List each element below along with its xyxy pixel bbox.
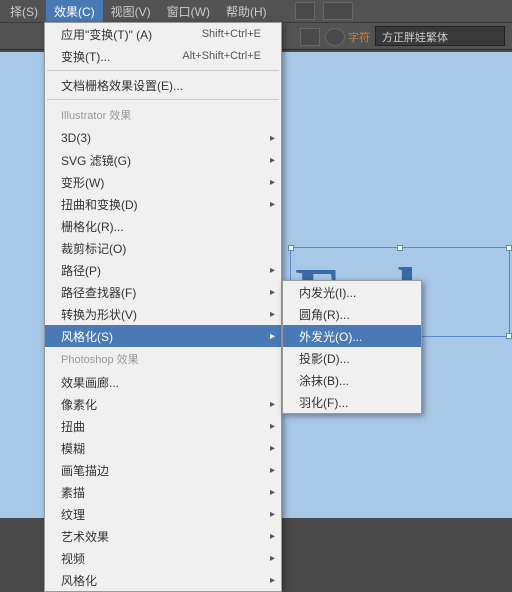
stylize-item-1[interactable]: 圆角(R)... [283,303,421,325]
section-illustrator: Illustrator 效果 [45,103,281,127]
photoshop-item-6[interactable]: 纹理 [45,503,281,525]
illustrator-item-2[interactable]: 变形(W) [45,171,281,193]
handle-ne[interactable] [506,245,512,251]
color-swatch-icon[interactable] [300,28,320,46]
menu-transform[interactable]: 变换(T)... Alt+Shift+Ctrl+E [45,45,281,67]
menu-effect[interactable]: 效果(C) [46,0,103,23]
menu-item-label: 3D(3) [61,131,261,145]
photoshop-item-4[interactable]: 画笔描边 [45,459,281,481]
toolbar-widget-2[interactable] [323,2,353,20]
menu-item-label: 模糊 [61,440,261,457]
menu-item-label: 外发光(O)... [299,328,401,345]
menu-item-label: SVG 滤镜(G) [61,152,261,169]
illustrator-item-1[interactable]: SVG 滤镜(G) [45,149,281,171]
toolbar-widget-1[interactable] [295,2,315,20]
menu-item-label: 涂抹(B)... [299,372,401,389]
photoshop-item-3[interactable]: 模糊 [45,437,281,459]
photoshop-item-8[interactable]: 视频 [45,547,281,569]
menu-item-label: 画笔描边 [61,462,261,479]
menu-item-label: 扭曲和变换(D) [61,196,261,213]
stylize-submenu: 内发光(I)... 圆角(R)... 外发光(O)... 投影(D)... 涂抹(B).… [282,280,422,414]
separator [47,70,279,71]
effect-menu: 应用"变换(T)" (A) Shift+Ctrl+E 变换(T)... Alt+… [44,22,282,592]
menu-item-label: 像素化 [61,396,261,413]
photoshop-item-1[interactable]: 像素化 [45,393,281,415]
handle-se[interactable] [506,333,512,339]
menu-item-label: 栅格化(R)... [61,218,261,235]
photoshop-item-2[interactable]: 扭曲 [45,415,281,437]
photoshop-item-5[interactable]: 素描 [45,481,281,503]
menu-apply-transform[interactable]: 应用"变换(T)" (A) Shift+Ctrl+E [45,23,281,45]
stylize-item-3[interactable]: 投影(D)... [283,347,421,369]
illustrator-item-6[interactable]: 路径(P) [45,259,281,281]
stylize-item-5[interactable]: 羽化(F)... [283,391,421,413]
handle-n[interactable] [397,245,403,251]
menu-item-label: 纹理 [61,506,261,523]
menu-item-label: 投影(D)... [299,350,401,367]
circle-icon[interactable] [325,28,345,46]
menu-item-label: 效果画廊... [61,374,261,391]
menubar: 择(S) 效果(C) 视图(V) 窗口(W) 帮助(H) [0,0,512,22]
illustrator-item-0[interactable]: 3D(3) [45,127,281,149]
menu-item-label: 扭曲 [61,418,261,435]
illustrator-item-7[interactable]: 路径查找器(F) [45,281,281,303]
separator [47,99,279,100]
character-label: 字符 [348,29,370,45]
stylize-item-2[interactable]: 外发光(O)... [283,325,421,347]
illustrator-item-4[interactable]: 栅格化(R)... [45,215,281,237]
menu-item-label: 转换为形状(V) [61,306,261,323]
stylize-item-0[interactable]: 内发光(I)... [283,281,421,303]
photoshop-item-9[interactable]: 风格化 [45,569,281,591]
photoshop-item-7[interactable]: 艺术效果 [45,525,281,547]
menu-item-label: 路径(P) [61,262,261,279]
menu-doc-raster[interactable]: 文档栅格效果设置(E)... [45,74,281,96]
illustrator-item-5[interactable]: 裁剪标记(O) [45,237,281,259]
photoshop-item-0[interactable]: 效果画廊... [45,371,281,393]
menu-select[interactable]: 择(S) [2,0,46,23]
menu-item-label: 圆角(R)... [299,306,401,323]
menu-window[interactable]: 窗口(W) [159,0,218,23]
menu-item-label: 羽化(F)... [299,394,401,411]
menu-item-label: 视频 [61,550,261,567]
menu-item-label: 路径查找器(F) [61,284,261,301]
menu-item-label: 风格化(S) [61,328,261,345]
illustrator-item-9[interactable]: 风格化(S) [45,325,281,347]
menu-help[interactable]: 帮助(H) [218,0,275,23]
font-family-select[interactable]: 方正胖娃繁体 [375,26,505,46]
menu-item-label: 变形(W) [61,174,261,191]
illustrator-item-8[interactable]: 转换为形状(V) [45,303,281,325]
illustrator-item-3[interactable]: 扭曲和变换(D) [45,193,281,215]
menu-item-label: 裁剪标记(O) [61,240,261,257]
menu-item-label: 风格化 [61,572,261,589]
menu-item-label: 内发光(I)... [299,284,401,301]
menu-item-label: 素描 [61,484,261,501]
handle-nw[interactable] [288,245,294,251]
stylize-item-4[interactable]: 涂抹(B)... [283,369,421,391]
section-photoshop: Photoshop 效果 [45,347,281,371]
menu-view[interactable]: 视图(V) [103,0,159,23]
menu-item-label: 艺术效果 [61,528,261,545]
